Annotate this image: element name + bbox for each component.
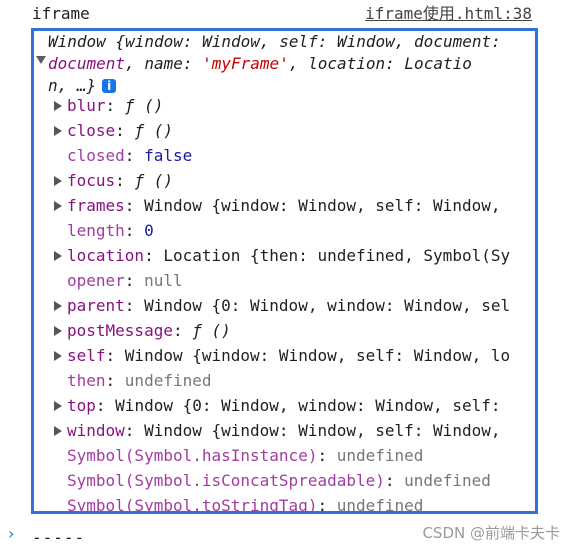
property-value: ƒ (): [134, 171, 173, 190]
property-row: Symbol(Symbol.hasInstance): undefined: [67, 446, 424, 465]
property-row[interactable]: window: Window {window: Window, self: Wi…: [34, 418, 535, 443]
expand-triangle-icon[interactable]: [54, 301, 62, 311]
property-value: Window {window: Window, self: Window, lo: [124, 346, 511, 365]
watermark: CSDN @前端卡夫卡: [422, 524, 560, 542]
expand-triangle-icon[interactable]: [54, 101, 62, 111]
property-key: length: [67, 221, 125, 240]
object-inspector-panel: Window {window: Window, self: Window, do…: [31, 28, 538, 514]
property-key: opener: [67, 271, 125, 290]
property-value: ƒ (): [124, 96, 164, 115]
console-next-output: -----: [32, 528, 86, 547]
property-key: blur: [67, 96, 106, 115]
property-row[interactable]: close: ƒ (): [34, 118, 535, 143]
expand-triangle-icon[interactable]: [54, 426, 62, 436]
summary-location: , location: Locatio: [288, 54, 472, 73]
console-log-label: iframe: [32, 4, 90, 23]
property-row: closed: false: [67, 146, 193, 165]
summary-line-2: document, name: 'myFrame', location: Loc…: [48, 54, 472, 73]
property-row: Symbol(Symbol.isConcatSpreadable): undef…: [67, 471, 491, 490]
property-value: Window {0: Window, window: Window, sel: [144, 296, 511, 315]
property-row[interactable]: parent: Window {0: Window, window: Windo…: [34, 293, 535, 318]
summary-line-1: Window {window: Window, self: Window, do…: [48, 32, 501, 51]
property-key: close: [67, 121, 116, 140]
info-icon[interactable]: i: [102, 79, 117, 93]
summary-separator: ,: [125, 54, 145, 73]
expand-triangle-icon[interactable]: [54, 176, 62, 186]
property-row: length: 0: [67, 221, 154, 240]
property-value: ƒ (): [192, 321, 231, 340]
property-value: undefined: [404, 471, 491, 490]
property-key: window: [67, 421, 125, 440]
property-row[interactable]: frames: Window {window: Window, self: Wi…: [34, 193, 535, 218]
property-value: 0: [144, 221, 154, 240]
property-row[interactable]: top: Window {0: Window, window: Window, …: [34, 393, 535, 418]
property-value: Window {0: Window, window: Window, self:: [115, 396, 501, 415]
property-key: top: [67, 396, 96, 415]
property-value: Window {window: Window, self: Window,: [144, 196, 501, 215]
property-value: false: [144, 146, 193, 165]
property-key: Symbol(Symbol.hasInstance): [67, 446, 318, 465]
console-source-link[interactable]: iframe使用.html:38: [365, 4, 532, 24]
expand-triangle-icon[interactable]: [54, 126, 62, 136]
summary-name-key: name: [144, 54, 183, 73]
property-row: then: undefined: [67, 371, 212, 390]
expand-triangle-icon[interactable]: [54, 351, 62, 361]
property-key: focus: [67, 171, 116, 190]
property-row[interactable]: location: Location {then: undefined, Sym…: [34, 243, 535, 268]
expand-triangle-icon[interactable]: [54, 201, 62, 211]
property-value: Window {window: Window, self: Window,: [144, 421, 501, 440]
expand-triangle-icon[interactable]: [54, 251, 62, 261]
property-value: ƒ (): [134, 121, 173, 140]
property-key: then: [67, 371, 106, 390]
property-key: frames: [67, 196, 125, 215]
summary-name-value: 'myFrame': [202, 54, 289, 73]
property-value: null: [144, 271, 183, 290]
property-key: closed: [67, 146, 125, 165]
property-key: Symbol(Symbol.isConcatSpreadable): [67, 471, 385, 490]
property-row[interactable]: self: Window {window: Window, self: Wind…: [34, 343, 535, 368]
property-value: undefined: [336, 446, 424, 465]
property-value: Location {then: undefined, Symbol(Sy: [163, 246, 511, 265]
expand-caret-icon[interactable]: [36, 56, 46, 64]
property-value: undefined: [124, 371, 212, 390]
expand-triangle-icon[interactable]: [54, 401, 62, 411]
property-row[interactable]: blur: ƒ (): [34, 93, 535, 118]
property-key: parent: [67, 296, 125, 315]
property-row: opener: null: [67, 271, 183, 290]
property-row[interactable]: postMessage: ƒ (): [34, 318, 535, 343]
console-prompt-icon[interactable]: ›: [8, 524, 14, 543]
property-row[interactable]: focus: ƒ (): [34, 168, 535, 193]
property-key: Symbol(Symbol.toStringTag): [67, 496, 318, 514]
property-row: Symbol(Symbol.toStringTag): undefined: [67, 496, 424, 514]
property-key: location: [67, 246, 145, 265]
expand-triangle-icon[interactable]: [54, 326, 62, 336]
property-key: postMessage: [67, 321, 173, 340]
property-value: undefined: [336, 496, 424, 514]
summary-document-key: document: [48, 54, 126, 73]
property-key: self: [67, 346, 106, 365]
